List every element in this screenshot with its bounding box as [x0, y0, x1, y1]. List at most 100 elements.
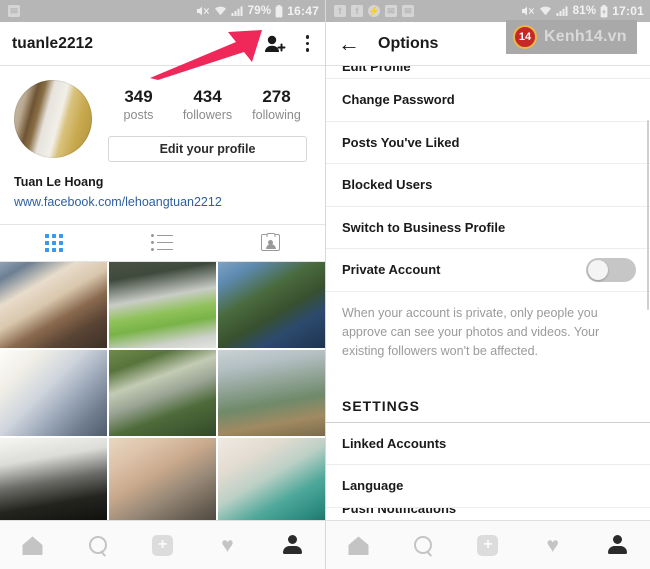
mute-icon	[521, 6, 534, 16]
nav-search[interactable]	[391, 536, 456, 554]
private-account-description: When your account is private, only peopl…	[342, 305, 600, 359]
option-switch-to-business-profile[interactable]: Switch to Business Profile	[326, 207, 650, 249]
photo-green-drink[interactable]	[109, 261, 216, 348]
scrollbar[interactable]	[647, 120, 649, 310]
grid-icon	[45, 233, 64, 252]
add-person-icon[interactable]	[264, 35, 286, 53]
wifi-icon	[539, 6, 551, 16]
option-language[interactable]: Language	[326, 465, 650, 508]
search-icon	[414, 536, 433, 554]
photo-silhouette[interactable]	[0, 437, 107, 524]
home-icon	[22, 536, 43, 555]
option-label: Switch to Business Profile	[342, 219, 506, 235]
bottom-nav-left: + ♥	[0, 520, 325, 569]
list-tab[interactable]	[108, 225, 216, 261]
photo-grid	[0, 261, 325, 524]
photo-misty-forest[interactable]	[218, 349, 325, 436]
facebook-icon: f	[334, 5, 346, 17]
nav-profile[interactable]	[585, 535, 650, 555]
toggle-knob	[588, 259, 608, 280]
option-edit-profile[interactable]: Edit Profile	[326, 66, 650, 79]
battery-percentage: 79%	[247, 5, 272, 17]
option-posts-you-ve-liked[interactable]: Posts You've Liked	[326, 122, 650, 164]
option-push-notifications[interactable]: Push Notifications	[326, 508, 650, 520]
option-label: Push Notifications	[342, 507, 457, 516]
bottom-nav-right: + ♥	[326, 520, 650, 569]
followers-count: 434	[193, 87, 222, 106]
profile-stats-column: 349 posts 434 followers 278 following Ed…	[92, 80, 311, 162]
followers-label: followers	[182, 108, 233, 123]
page-title: Options	[378, 34, 439, 52]
profile-display-name: Tuan Le Hoang	[14, 174, 104, 189]
person-icon	[283, 535, 303, 555]
tagged-tab[interactable]	[217, 225, 325, 261]
profile-summary: 349 posts 434 followers 278 following Ed…	[0, 66, 325, 162]
nav-add[interactable]: +	[456, 534, 521, 556]
back-arrow-icon[interactable]: ←	[338, 32, 364, 55]
option-label: Linked Accounts	[342, 435, 447, 451]
photo-teal-blur[interactable]	[218, 437, 325, 524]
list-icon	[151, 234, 174, 251]
status-bar-notification-icons: f f ⚡ ✉ ✉	[334, 5, 414, 17]
messenger-icon: ⚡	[368, 5, 380, 17]
grid-tab[interactable]	[0, 225, 108, 261]
private-account-toggle[interactable]	[586, 257, 636, 282]
option-label: Posts You've Liked	[342, 134, 460, 150]
nav-profile[interactable]	[260, 535, 325, 555]
nav-home[interactable]	[326, 535, 391, 556]
status-bar-system-icons: 79% 16:47	[196, 4, 319, 18]
nav-activity[interactable]: ♥	[520, 535, 585, 556]
photo-sun-flare[interactable]	[0, 349, 107, 436]
option-blocked-users[interactable]: Blocked Users	[326, 164, 650, 207]
page-title: tuanle2212	[12, 34, 94, 52]
avatar[interactable]	[14, 80, 92, 158]
dual-screenshot-container: ✉ 79% 16:47 tuanle2212 349 posts 434 fol…	[0, 0, 650, 569]
following-label: following	[252, 108, 301, 123]
kenh14-watermark: 14 Kenh14.vn	[506, 20, 637, 54]
photo-glasses-selfie[interactable]	[109, 437, 216, 524]
edit-your-profile-button[interactable]: Edit your profile	[108, 135, 307, 162]
stat-posts[interactable]: 349 posts	[104, 86, 173, 124]
heart-icon: ♥	[546, 533, 560, 557]
option-label: Edit Profile	[342, 66, 411, 74]
signal-icon	[556, 6, 568, 16]
option-label: Language	[342, 478, 404, 494]
instagram-options-screen: f f ⚡ ✉ ✉ 81% 17:01 ← Options 14 Kenh14.…	[325, 0, 650, 569]
stat-following[interactable]: 278 following	[242, 86, 311, 124]
profile-website-link[interactable]: www.facebook.com/lehoangtuan2212	[14, 192, 311, 212]
status-bar-left: ✉ 79% 16:47	[0, 0, 325, 22]
photo-woman-eating[interactable]	[0, 261, 107, 348]
settings-section-header: SETTINGS	[326, 382, 650, 423]
photo-man-viewpoint[interactable]	[218, 261, 325, 348]
clock: 17:01	[612, 4, 644, 18]
option-label: Change Password	[342, 92, 455, 108]
plus-square-icon: +	[477, 534, 499, 556]
nav-search[interactable]	[65, 536, 130, 554]
profile-tab-bar	[0, 223, 325, 262]
battery-charging-icon	[600, 4, 608, 17]
nav-home[interactable]	[0, 535, 65, 556]
profile-header: tuanle2212	[0, 22, 325, 66]
options-list: Edit Profile Change Password Posts You've …	[326, 66, 650, 520]
search-icon	[88, 536, 107, 554]
photo-couple-road[interactable]	[109, 349, 216, 436]
status-bar-right: f f ⚡ ✉ ✉ 81% 17:01	[326, 0, 650, 22]
nav-add[interactable]: +	[130, 534, 195, 556]
instagram-profile-screen: ✉ 79% 16:47 tuanle2212 349 posts 434 fol…	[0, 0, 325, 569]
person-icon	[608, 535, 628, 555]
option-change-password[interactable]: Change Password	[326, 79, 650, 122]
signal-icon	[231, 6, 243, 16]
tagged-person-icon	[261, 234, 281, 251]
stat-followers[interactable]: 434 followers	[173, 86, 242, 124]
facebook-icon: f	[351, 5, 363, 17]
nav-activity[interactable]: ♥	[195, 535, 260, 556]
battery-icon	[275, 4, 283, 17]
envelope-icon: ✉	[8, 5, 20, 17]
kebab-menu-icon[interactable]	[302, 33, 314, 54]
header-actions	[264, 33, 314, 54]
kenh14-watermark-text: Kenh14.vn	[544, 28, 627, 45]
option-linked-accounts[interactable]: Linked Accounts	[326, 423, 650, 466]
option-label: Private Account	[342, 262, 441, 278]
profile-stats: 349 posts 434 followers 278 following	[104, 80, 311, 124]
option-private-account[interactable]: Private Account	[326, 249, 650, 292]
